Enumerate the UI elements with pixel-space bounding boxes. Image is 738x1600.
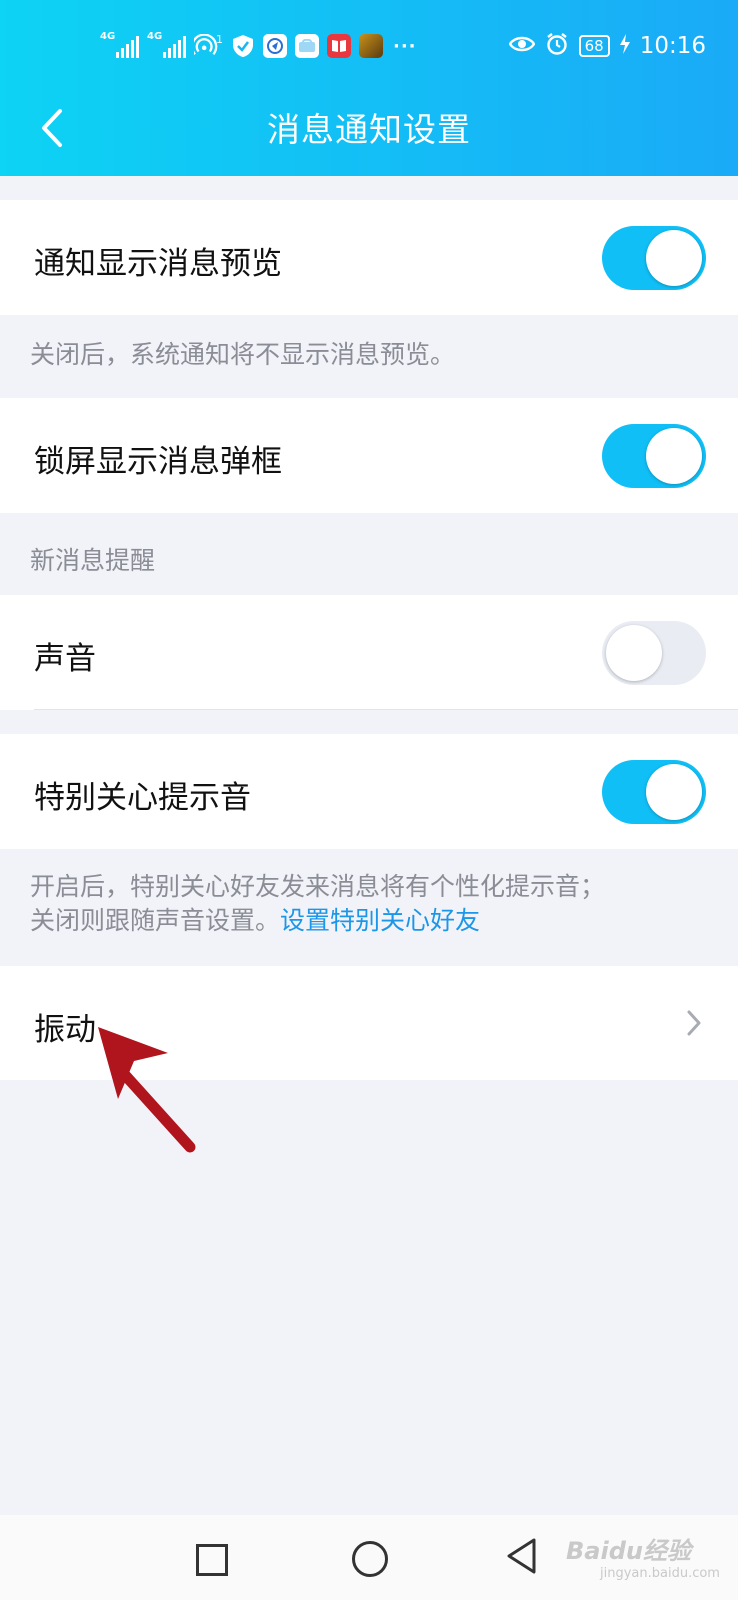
signal-strength-icon: 4G: [100, 31, 139, 58]
setting-label-vibrate: 振动: [34, 1012, 96, 1048]
app-header: 4G 4G 1 ··· 68 10:16 消息通知设置: [0, 0, 738, 176]
page-title: 消息通知设置: [267, 110, 471, 149]
alarm-icon: [545, 32, 569, 60]
clock-time: 10:16: [639, 33, 706, 59]
watermark-url: jingyan.baidu.com: [600, 1566, 720, 1581]
network-type-label-2: 4G: [147, 31, 163, 42]
special-care-note-line1: 开启后，特别关心好友发来消息将有个性化提示音；: [30, 872, 606, 901]
watermark-logo: Baidu经验: [566, 1537, 691, 1565]
chevron-right-icon: [687, 1010, 701, 1036]
eye-icon: [508, 34, 536, 58]
lockscreen-toggle[interactable]: [602, 424, 706, 488]
home-button[interactable]: [352, 1541, 388, 1577]
toggle-knob: [606, 625, 662, 681]
back-triangle-icon[interactable]: [505, 1537, 537, 1575]
book-app-icon: [327, 34, 351, 58]
setting-label-lockscreen: 锁屏显示消息弹框: [34, 444, 282, 480]
title-bar: 消息通知设置: [0, 88, 738, 168]
hotspot-badge: 1: [216, 32, 223, 46]
status-bar: 4G 4G 1 ··· 68 10:16: [0, 0, 738, 90]
setting-label-sound: 声音: [34, 641, 96, 677]
game-app-icon: [359, 34, 383, 58]
battery-level: 68: [578, 35, 610, 57]
app-notification-icon-1: [263, 34, 287, 58]
section-header-new-message: 新消息提醒: [30, 546, 156, 575]
special-care-toggle[interactable]: [602, 760, 706, 824]
status-right: 68 10:16: [508, 28, 706, 64]
toggle-knob: [646, 428, 702, 484]
preview-note: 关闭后，系统通知将不显示消息预览。: [30, 340, 456, 369]
status-left: 4G 4G 1 ···: [100, 30, 417, 62]
setting-label-special-care: 特别关心提示音: [34, 780, 251, 816]
set-special-care-friends-link[interactable]: 设置特别关心好友: [280, 906, 480, 935]
charging-icon: [619, 34, 630, 58]
special-care-note: 开启后，特别关心好友发来消息将有个性化提示音； 关闭则跟随声音设置。设置特别关心…: [30, 870, 605, 938]
preview-toggle[interactable]: [602, 226, 706, 290]
system-nav-bar: Baidu经验 jingyan.baidu.com: [0, 1515, 738, 1600]
special-care-note-line2: 关闭则跟随声音设置。设置特别关心好友: [30, 904, 605, 938]
shield-icon: [231, 34, 255, 58]
hotspot-icon: [194, 34, 218, 58]
network-type-label: 4G: [100, 31, 116, 42]
setting-label-preview: 通知显示消息预览: [34, 246, 282, 282]
signal-strength-icon-2: 4G: [147, 31, 186, 58]
sound-toggle[interactable]: [602, 621, 706, 685]
recent-apps-button[interactable]: [196, 1544, 228, 1576]
row-divider: [34, 709, 738, 710]
toggle-knob: [646, 764, 702, 820]
setting-row-lockscreen: 锁屏显示消息弹框: [0, 398, 738, 513]
special-care-note-text: 关闭则跟随声音设置。: [30, 906, 281, 935]
app-notification-icon-2: [295, 34, 319, 58]
setting-row-preview: 通知显示消息预览: [0, 200, 738, 315]
more-notifications-icon: ···: [393, 35, 417, 57]
toggle-knob: [646, 230, 702, 286]
setting-row-sound: 声音: [0, 595, 738, 710]
annotation-arrow: [98, 1027, 196, 1153]
setting-row-special-care: 特别关心提示音: [0, 734, 738, 849]
